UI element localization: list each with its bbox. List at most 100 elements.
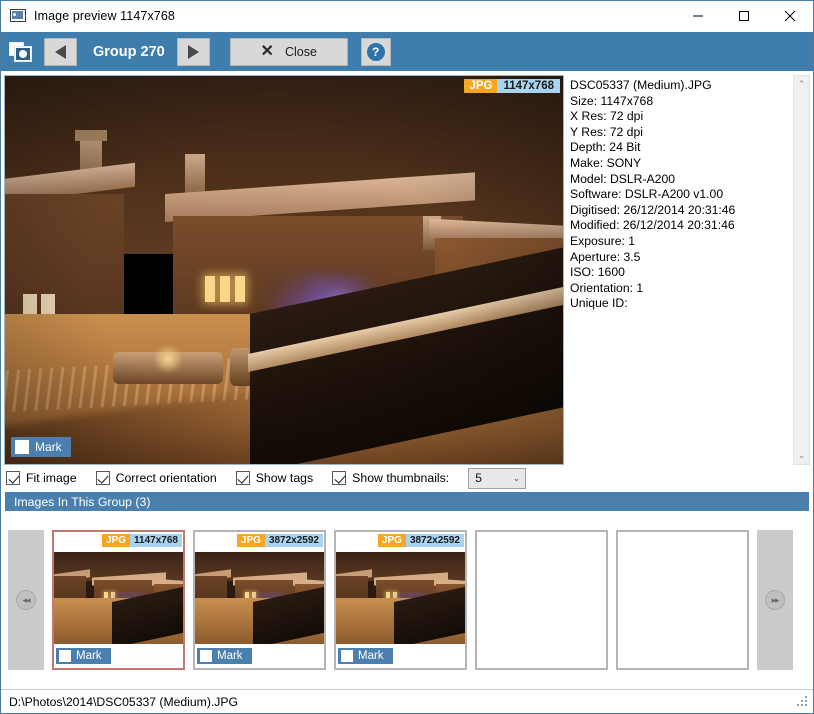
- next-group-button[interactable]: [177, 38, 210, 66]
- metadata-row: Depth: 24 Bit: [570, 140, 793, 156]
- previous-group-button[interactable]: [44, 38, 77, 66]
- preview-badges: JPG 1147x768: [464, 79, 560, 93]
- thumbnail-badges: JPG 3872x2592: [237, 534, 323, 547]
- thumbnail-dimension-badge: 1147x768: [130, 534, 182, 547]
- metadata-row: Modified: 26/12/2014 20:31:46: [570, 218, 793, 234]
- show-tags-checkbox[interactable]: [236, 471, 250, 485]
- mark-checkbox[interactable]: [15, 440, 29, 454]
- metadata-row: Unique ID:: [570, 296, 793, 312]
- thumbnail-footer: Mark: [54, 644, 183, 668]
- fit-image-label: Fit image: [26, 471, 77, 485]
- thumbnail-header: JPG 3872x2592: [336, 532, 465, 552]
- metadata-row: X Res: 72 dpi: [570, 109, 793, 125]
- thumbnail-format-badge: JPG: [102, 534, 130, 547]
- thumbnail-item[interactable]: JPG 3872x2592 Mark: [334, 530, 467, 670]
- thumbnail-mark-checkbox[interactable]: [59, 650, 71, 662]
- close-window-button[interactable]: [767, 1, 813, 31]
- image-icon: [10, 8, 26, 24]
- status-bar: D:\Photos\2014\DSC05337 (Medium).JPG: [1, 689, 813, 713]
- metadata-row: Size: 1147x768: [570, 94, 793, 110]
- scroll-down-icon[interactable]: ⌄: [798, 447, 806, 464]
- thumbnail-count-select[interactable]: 5 ⌄: [468, 468, 526, 489]
- triangle-right-icon: [188, 45, 199, 59]
- format-badge: JPG: [464, 79, 497, 93]
- image-preview-window: Image preview 1147x768 Group 270 ✕ Close: [0, 0, 814, 714]
- thumbnail-mark-label: Mark: [76, 650, 102, 662]
- metadata-scrollbar[interactable]: ⌃ ⌄: [793, 75, 810, 465]
- help-button[interactable]: ?: [361, 38, 391, 66]
- close-button-label: Close: [285, 45, 317, 59]
- show-thumbnails-option[interactable]: Show thumbnails:: [332, 471, 449, 485]
- correct-orientation-checkbox[interactable]: [96, 471, 110, 485]
- thumbnail-item[interactable]: JPG 3872x2592 Mark: [193, 530, 326, 670]
- metadata-row: Model: DSLR-A200: [570, 172, 793, 188]
- metadata-row: DSC05337 (Medium).JPG: [570, 78, 793, 94]
- scroll-right-button[interactable]: ▸▸: [757, 530, 793, 670]
- thumbnail-mark-label: Mark: [217, 650, 243, 662]
- correct-orientation-option[interactable]: Correct orientation: [96, 471, 217, 485]
- window-title: Image preview 1147x768: [34, 9, 175, 23]
- close-button[interactable]: ✕ Close: [230, 38, 348, 66]
- show-thumbnails-label: Show thumbnails:: [352, 471, 449, 485]
- thumbnail-image: [54, 552, 183, 644]
- maximize-button[interactable]: [721, 1, 767, 31]
- dimension-badge: 1147x768: [497, 79, 560, 93]
- metadata-row: Software: DSLR-A200 v1.00: [570, 187, 793, 203]
- double-chevron-left-icon: ◂◂: [16, 590, 36, 610]
- stacked-photos-icon[interactable]: [7, 37, 37, 67]
- group-label: Group 270: [81, 44, 177, 60]
- fit-image-checkbox[interactable]: [6, 471, 20, 485]
- metadata-row: Y Res: 72 dpi: [570, 125, 793, 141]
- show-tags-option[interactable]: Show tags: [236, 471, 313, 485]
- resize-grip[interactable]: [797, 696, 809, 708]
- metadata-row: ISO: 1600: [570, 265, 793, 281]
- preview-mark-toggle[interactable]: Mark: [11, 437, 71, 457]
- thumbnail-slot-empty[interactable]: [616, 530, 749, 670]
- thumbnail-badges: JPG 3872x2592: [378, 534, 464, 547]
- thumbnail-mark-label: Mark: [358, 650, 384, 662]
- metadata-row: Make: SONY: [570, 156, 793, 172]
- metadata-row: Aperture: 3.5: [570, 250, 793, 266]
- thumbnail-dimension-badge: 3872x2592: [265, 534, 323, 547]
- question-mark-icon: ?: [367, 43, 385, 61]
- mark-label: Mark: [35, 440, 62, 454]
- chevron-down-icon: ⌄: [513, 473, 521, 484]
- image-preview-pane[interactable]: JPG 1147x768 Mark: [4, 75, 564, 465]
- thumbnail-image: [336, 552, 465, 644]
- scroll-left-button[interactable]: ◂◂: [8, 530, 44, 670]
- thumbnail-mark-toggle[interactable]: Mark: [338, 648, 393, 664]
- status-path: D:\Photos\2014\DSC05337 (Medium).JPG: [9, 695, 238, 709]
- thumbnail-format-badge: JPG: [237, 534, 265, 547]
- options-row: Fit image Correct orientation Show tags …: [4, 465, 810, 491]
- thumbnail-item[interactable]: JPG 1147x768 Mark: [52, 530, 185, 670]
- thumbnail-dimension-badge: 3872x2592: [406, 534, 464, 547]
- thumbnail-mark-checkbox[interactable]: [200, 650, 212, 662]
- triangle-left-icon: [55, 45, 66, 59]
- thumbnail-slot-empty[interactable]: [475, 530, 608, 670]
- group-section-header: Images In This Group (3): [5, 492, 809, 511]
- thumbnail-mark-checkbox[interactable]: [341, 650, 353, 662]
- title-bar: Image preview 1147x768: [1, 1, 813, 32]
- thumbnail-image: [195, 552, 324, 644]
- thumbnail-footer: Mark: [336, 644, 465, 668]
- metadata-row: Orientation: 1: [570, 281, 793, 297]
- correct-orientation-label: Correct orientation: [116, 471, 217, 485]
- thumbnail-header: JPG 3872x2592: [195, 532, 324, 552]
- thumbnail-strip: ◂◂ JPG 1147x768: [4, 511, 810, 689]
- preview-photo: [5, 76, 563, 464]
- preview-row: JPG 1147x768 Mark DSC05337 (Medium).JPG …: [4, 75, 810, 465]
- thumbnail-count-value: 5: [475, 471, 482, 485]
- thumbnail-mark-toggle[interactable]: Mark: [197, 648, 252, 664]
- fit-image-option[interactable]: Fit image: [6, 471, 77, 485]
- double-chevron-right-icon: ▸▸: [765, 590, 785, 610]
- thumbnail-header: JPG 1147x768: [54, 532, 183, 552]
- x-icon: ✕: [261, 44, 274, 60]
- minimize-button[interactable]: [675, 1, 721, 31]
- scroll-up-icon[interactable]: ⌃: [798, 76, 806, 93]
- content-area: JPG 1147x768 Mark DSC05337 (Medium).JPG …: [1, 71, 813, 689]
- thumbnail-format-badge: JPG: [378, 534, 406, 547]
- thumbnail-footer: Mark: [195, 644, 324, 668]
- show-thumbnails-checkbox[interactable]: [332, 471, 346, 485]
- thumbnail-mark-toggle[interactable]: Mark: [56, 648, 111, 664]
- toolbar: Group 270 ✕ Close ?: [1, 32, 813, 71]
